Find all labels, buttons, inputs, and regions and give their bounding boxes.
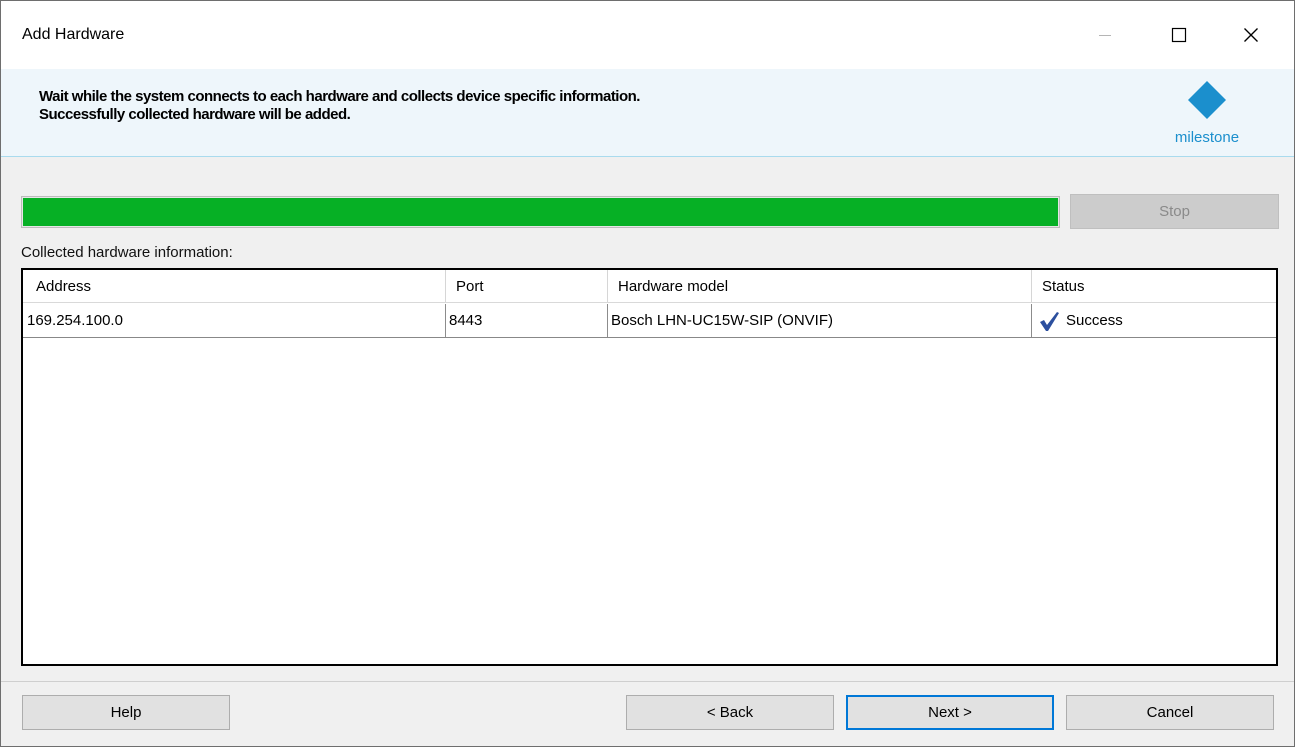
help-button[interactable]: Help bbox=[22, 695, 230, 730]
cell-hardware-model: Bosch LHN-UC15W-SIP (ONVIF) bbox=[608, 304, 1032, 337]
progress-fill bbox=[23, 198, 1058, 226]
cancel-button[interactable]: Cancel bbox=[1066, 695, 1274, 730]
milestone-diamond-icon bbox=[1188, 81, 1226, 119]
window-title: Add Hardware bbox=[22, 26, 125, 43]
hardware-table: Address Port Hardware model Status 169.2… bbox=[21, 268, 1278, 666]
column-header-port[interactable]: Port bbox=[446, 270, 608, 302]
footer-divider bbox=[1, 681, 1294, 682]
instruction-text-line-1: Wait while the system connects to each h… bbox=[39, 88, 640, 105]
maximize-icon bbox=[1171, 27, 1187, 43]
instruction-text-line-2: Successfully collected hardware will be … bbox=[39, 106, 351, 123]
table-header-row: Address Port Hardware model Status bbox=[23, 270, 1276, 303]
title-bar: Add Hardware bbox=[1, 1, 1294, 69]
status-text: Success bbox=[1066, 312, 1123, 329]
column-header-address[interactable]: Address bbox=[23, 270, 446, 302]
logo-text: milestone bbox=[1174, 129, 1240, 146]
back-button[interactable]: < Back bbox=[626, 695, 834, 730]
next-button[interactable]: Next > bbox=[846, 695, 1054, 730]
minimize-icon bbox=[1099, 35, 1111, 36]
column-header-hardware-model[interactable]: Hardware model bbox=[608, 270, 1032, 302]
add-hardware-window: Add Hardware Wait while the system conne… bbox=[0, 0, 1295, 747]
milestone-logo: milestone bbox=[1167, 79, 1247, 149]
close-icon bbox=[1244, 28, 1258, 42]
instruction-header: Wait while the system connects to each h… bbox=[1, 69, 1294, 157]
column-header-status[interactable]: Status bbox=[1032, 270, 1276, 302]
checkmark-icon bbox=[1040, 311, 1059, 331]
stop-button[interactable]: Stop bbox=[1070, 194, 1279, 229]
progress-bar bbox=[21, 196, 1060, 228]
cell-address: 169.254.100.0 bbox=[23, 304, 446, 337]
cell-status: Success bbox=[1032, 304, 1276, 337]
close-button[interactable] bbox=[1227, 15, 1275, 55]
cell-port: 8443 bbox=[446, 304, 608, 337]
maximize-button[interactable] bbox=[1155, 15, 1203, 55]
minimize-button[interactable] bbox=[1081, 15, 1129, 55]
collected-info-label: Collected hardware information: bbox=[21, 244, 233, 261]
table-row[interactable]: 169.254.100.0 8443 Bosch LHN-UC15W-SIP (… bbox=[23, 304, 1276, 338]
